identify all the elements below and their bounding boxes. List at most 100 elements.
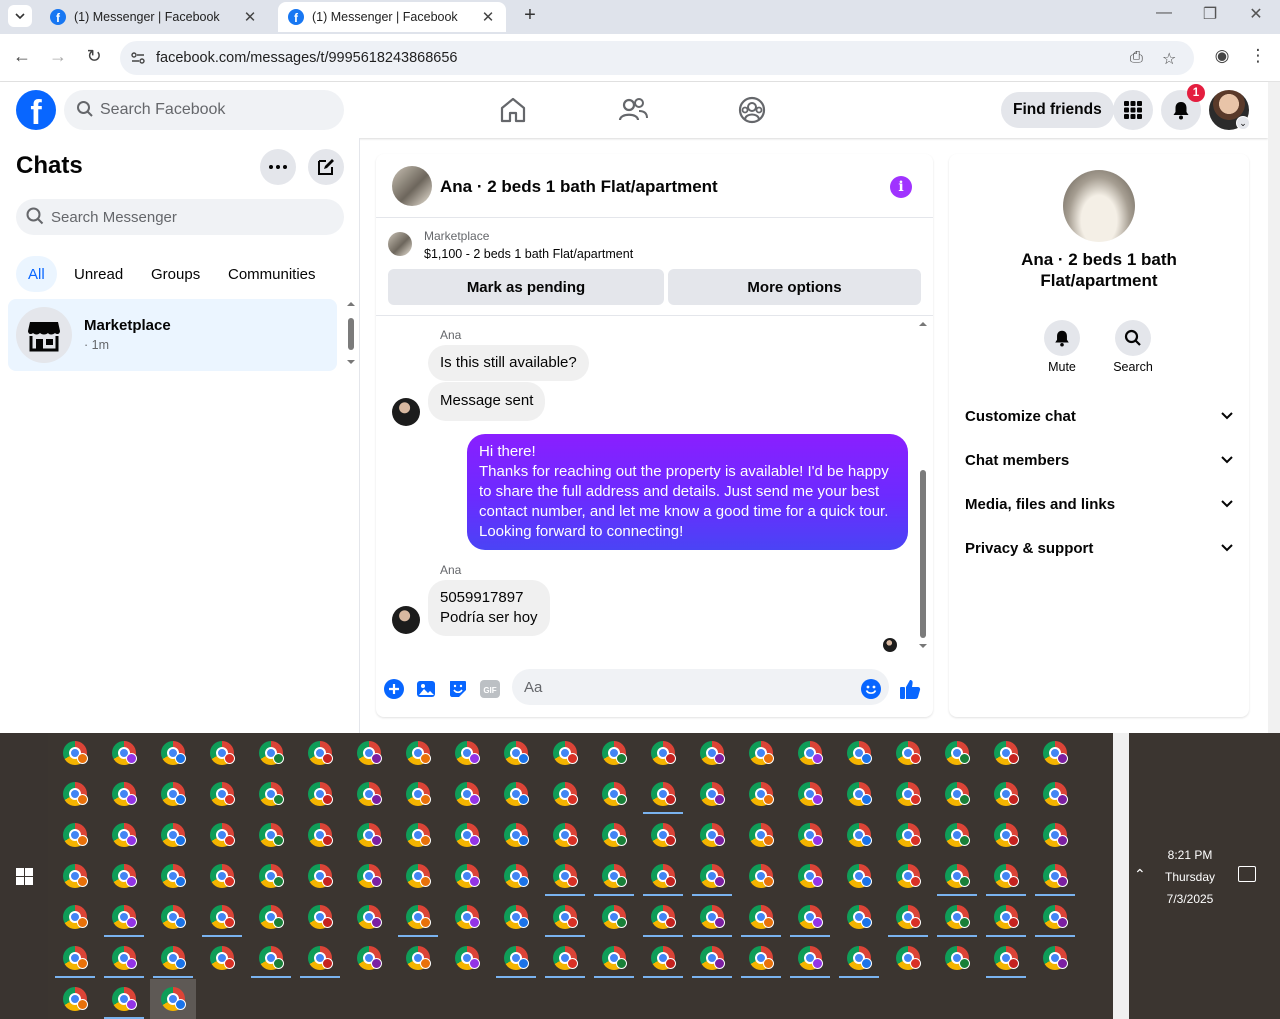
taskbar-browser-icon[interactable] — [395, 897, 441, 937]
chat-members-section[interactable]: Chat members — [957, 440, 1241, 480]
listing-photo[interactable] — [1063, 170, 1135, 242]
taskbar-browser-icon[interactable] — [689, 774, 735, 814]
friends-icon[interactable] — [617, 94, 649, 126]
taskbar-browser-icon[interactable] — [444, 774, 490, 814]
taskbar-browser-icon[interactable] — [591, 856, 637, 896]
taskbar-browser-icon[interactable] — [885, 815, 931, 855]
search-in-conversation-button[interactable] — [1115, 320, 1151, 356]
taskbar-browser-icon[interactable] — [836, 733, 882, 773]
taskbar-browser-icon[interactable] — [983, 856, 1029, 896]
taskbar-browser-icon[interactable] — [150, 897, 196, 937]
forward-icon[interactable]: → — [47, 46, 69, 67]
taskbar-browser-icon[interactable] — [542, 774, 588, 814]
chevron-down-icon[interactable]: ⌄ — [1236, 116, 1250, 130]
sender-avatar[interactable] — [392, 606, 420, 634]
taskbar-browser-icon[interactable] — [934, 774, 980, 814]
taskbar-browser-icon[interactable] — [787, 774, 833, 814]
taskbar-browser-icon[interactable] — [395, 733, 441, 773]
site-settings-icon[interactable] — [130, 50, 146, 66]
taskbar-browser-icon[interactable] — [1032, 938, 1078, 978]
taskbar-browser-icon[interactable] — [885, 774, 931, 814]
taskbar-browser-icon[interactable] — [542, 856, 588, 896]
taskbar-browser-icon[interactable] — [1032, 774, 1078, 814]
taskbar-browser-icon[interactable] — [52, 815, 98, 855]
filter-communities[interactable]: Communities — [216, 256, 328, 292]
taskbar-browser-icon[interactable] — [199, 733, 245, 773]
taskbar-browser-icon[interactable] — [150, 856, 196, 896]
new-tab-button[interactable]: + — [520, 4, 540, 27]
taskbar-browser-icon[interactable] — [689, 815, 735, 855]
more-actions-button[interactable] — [382, 677, 406, 701]
profile-icon[interactable]: ◉ — [1211, 46, 1233, 66]
taskbar-browser-icon[interactable] — [101, 856, 147, 896]
taskbar-browser-icon[interactable] — [444, 897, 490, 937]
mark-as-pending-button[interactable]: Mark as pending — [388, 269, 664, 305]
customize-chat-section[interactable]: Customize chat — [957, 396, 1241, 436]
privacy-support-section[interactable]: Privacy & support — [957, 528, 1241, 568]
taskbar-browser-icon[interactable] — [787, 938, 833, 978]
install-app-icon[interactable]: ⎙ — [1130, 49, 1143, 67]
taskbar-browser-icon[interactable] — [297, 733, 343, 773]
taskbar-browser-icon[interactable] — [983, 733, 1029, 773]
taskbar-browser-icon[interactable] — [738, 815, 784, 855]
message-bubble[interactable]: Message sent — [428, 382, 546, 421]
taskbar-browser-icon[interactable] — [738, 938, 784, 978]
taskbar-browser-icon[interactable] — [199, 774, 245, 814]
attach-media-button[interactable] — [414, 677, 438, 701]
chats-options-button[interactable] — [260, 149, 296, 185]
emoji-button[interactable] — [859, 677, 883, 701]
taskbar-browser-icon[interactable] — [199, 856, 245, 896]
windows-start-icon[interactable] — [16, 868, 33, 885]
taskbar-browser-icon[interactable] — [934, 733, 980, 773]
system-clock[interactable]: 8:21 PM Thursday 7/3/2025 — [1150, 844, 1230, 910]
taskbar-browser-icon[interactable] — [689, 733, 735, 773]
taskbar-browser-icon[interactable] — [640, 815, 686, 855]
taskbar-browser-icon[interactable] — [199, 897, 245, 937]
taskbar-browser-icon[interactable] — [738, 897, 784, 937]
taskbar-browser-icon[interactable] — [395, 856, 441, 896]
sender-avatar[interactable] — [392, 398, 420, 426]
taskbar-browser-icon[interactable] — [934, 897, 980, 937]
gif-button[interactable]: GIF — [478, 677, 502, 701]
minimize-icon[interactable]: — — [1154, 4, 1174, 22]
taskbar-browser-icon[interactable] — [248, 938, 294, 978]
taskbar-browser-icon[interactable] — [640, 897, 686, 937]
taskbar-browser-icon[interactable] — [346, 856, 392, 896]
taskbar-browser-icon[interactable] — [493, 938, 539, 978]
taskbar-browser-icon[interactable] — [1032, 815, 1078, 855]
find-friends-button[interactable]: Find friends — [1001, 92, 1114, 128]
close-icon[interactable]: ✕ — [242, 8, 258, 26]
taskbar-browser-icon[interactable] — [444, 815, 490, 855]
taskbar-browser-icon[interactable] — [101, 774, 147, 814]
taskbar-browser-icon[interactable] — [101, 938, 147, 978]
taskbar-browser-icon[interactable] — [542, 733, 588, 773]
taskbar-browser-icon[interactable] — [983, 815, 1029, 855]
taskbar-browser-icon[interactable] — [983, 774, 1029, 814]
taskbar-browser-icon[interactable] — [297, 897, 343, 937]
url-field[interactable]: facebook.com/messages/t/9995618243868656… — [120, 41, 1194, 75]
like-button[interactable] — [898, 677, 922, 701]
taskbar-browser-icon[interactable] — [738, 856, 784, 896]
filter-unread[interactable]: Unread — [62, 256, 135, 292]
taskbar-browser-icon[interactable] — [150, 979, 196, 1019]
taskbar-browser-icon[interactable] — [150, 815, 196, 855]
media-files-links-section[interactable]: Media, files and links — [957, 484, 1241, 524]
taskbar-browser-icon[interactable] — [297, 815, 343, 855]
new-message-button[interactable] — [308, 149, 344, 185]
chat-list-scrollbar[interactable] — [346, 302, 356, 366]
back-icon[interactable]: ← — [11, 46, 33, 67]
taskbar-browser-icon[interactable] — [885, 733, 931, 773]
close-icon[interactable]: ✕ — [480, 8, 496, 26]
taskbar-browser-icon[interactable] — [395, 774, 441, 814]
menu-grid-button[interactable] — [1113, 90, 1153, 130]
taskbar-browser-icon[interactable] — [52, 856, 98, 896]
taskbar-browser-icon[interactable] — [101, 733, 147, 773]
taskbar-browser-icon[interactable] — [542, 815, 588, 855]
more-options-button[interactable]: More options — [668, 269, 921, 305]
taskbar-browser-icon[interactable] — [150, 938, 196, 978]
taskbar-browser-icon[interactable] — [836, 815, 882, 855]
listing-avatar[interactable] — [392, 166, 432, 206]
taskbar-browser-icon[interactable] — [640, 774, 686, 814]
action-center-icon[interactable] — [1238, 866, 1256, 882]
taskbar-browser-icon[interactable] — [1032, 856, 1078, 896]
